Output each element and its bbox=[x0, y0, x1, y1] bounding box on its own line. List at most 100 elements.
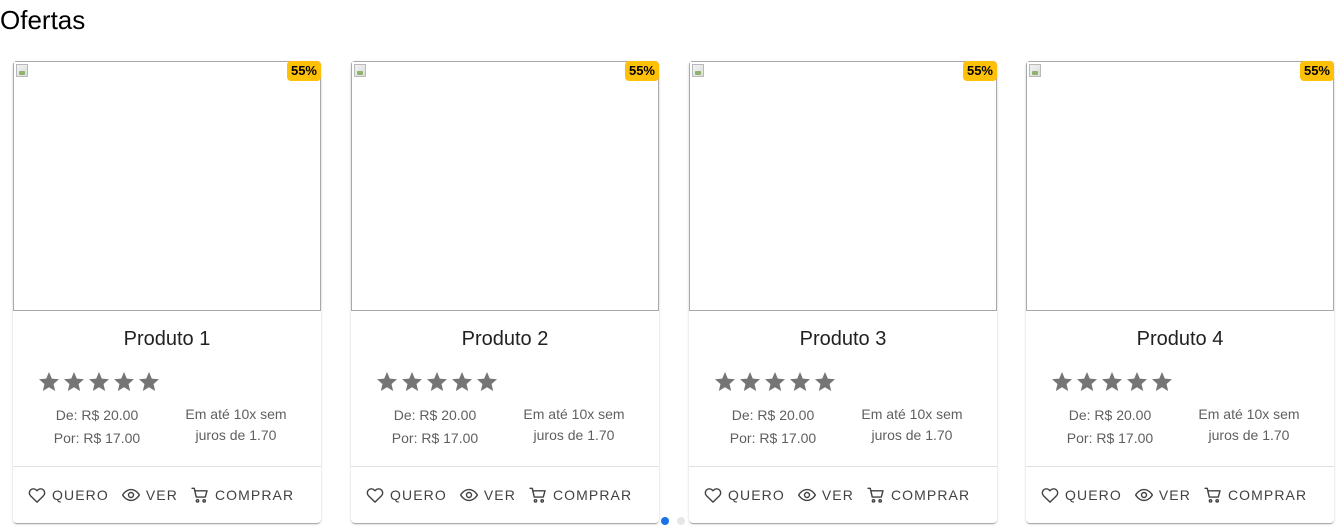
star-icon[interactable] bbox=[87, 370, 111, 394]
discount-badge: 55% bbox=[1299, 61, 1334, 81]
view-button[interactable]: VER bbox=[791, 477, 860, 513]
buy-button[interactable]: COMPRAR bbox=[860, 477, 976, 513]
want-label: QUERO bbox=[1065, 487, 1122, 503]
want-button[interactable]: QUERO bbox=[21, 477, 115, 513]
cart-icon bbox=[191, 487, 208, 503]
want-button[interactable]: QUERO bbox=[359, 477, 453, 513]
product-name: Produto 4 bbox=[1136, 328, 1224, 350]
price-from: De: R$ 20.00 bbox=[393, 407, 477, 423]
product-image[interactable] bbox=[1026, 61, 1334, 311]
card-actions: QUERO VER COMPRAR bbox=[13, 467, 321, 523]
heart-icon bbox=[704, 488, 722, 503]
buy-label: COMPRAR bbox=[890, 487, 971, 503]
broken-image-icon bbox=[354, 64, 366, 77]
product-image[interactable] bbox=[689, 61, 997, 311]
star-icon[interactable] bbox=[813, 370, 837, 394]
product-name: Produto 1 bbox=[123, 328, 211, 350]
carousel-pager bbox=[661, 517, 685, 525]
star-icon[interactable] bbox=[450, 370, 474, 394]
want-label: QUERO bbox=[728, 487, 785, 503]
want-button[interactable]: QUERO bbox=[1034, 477, 1128, 513]
view-button[interactable]: VER bbox=[453, 477, 522, 513]
broken-image-icon bbox=[1029, 64, 1041, 77]
price-now: Por: R$ 17.00 bbox=[729, 430, 817, 446]
price-block: De: R$ 20.00 Por: R$ 17.00 bbox=[1050, 404, 1170, 450]
buy-label: COMPRAR bbox=[214, 487, 295, 503]
price-now: Por: R$ 17.00 bbox=[53, 430, 141, 446]
star-icon[interactable] bbox=[137, 370, 161, 394]
discount-badge: 55% bbox=[286, 61, 321, 81]
eye-icon bbox=[1134, 488, 1153, 502]
product-card: 55% Produto 3 De: R$ 20.00 Por: R$ 17.00… bbox=[689, 61, 997, 523]
star-icon[interactable] bbox=[62, 370, 86, 394]
heart-icon bbox=[28, 488, 46, 503]
star-icon[interactable] bbox=[425, 370, 449, 394]
star-icon[interactable] bbox=[788, 370, 812, 394]
heart-icon bbox=[366, 488, 384, 503]
product-carousel: 55% Produto 1 De: R$ 20.00 Por: R$ 17.00… bbox=[0, 0, 1342, 530]
price-block: De: R$ 20.00 Por: R$ 17.00 bbox=[713, 404, 833, 450]
product-card: 55% Produto 2 De: R$ 20.00 Por: R$ 17.00… bbox=[351, 61, 659, 523]
product-card: 55% Produto 4 De: R$ 20.00 Por: R$ 17.00… bbox=[1026, 61, 1334, 523]
price-block: De: R$ 20.00 Por: R$ 17.00 bbox=[37, 404, 157, 450]
view-label: VER bbox=[1158, 487, 1191, 503]
card-actions: QUERO VER COMPRAR bbox=[1026, 467, 1334, 523]
pager-dot[interactable] bbox=[677, 517, 685, 525]
product-card: 55% Produto 1 De: R$ 20.00 Por: R$ 17.00… bbox=[13, 61, 321, 523]
price-now: Por: R$ 17.00 bbox=[1066, 430, 1154, 446]
eye-icon bbox=[121, 488, 140, 502]
star-icon[interactable] bbox=[738, 370, 762, 394]
want-label: QUERO bbox=[390, 487, 447, 503]
star-icon[interactable] bbox=[375, 370, 399, 394]
star-icon[interactable] bbox=[1050, 370, 1074, 394]
eye-icon bbox=[797, 488, 816, 502]
eye-icon bbox=[459, 488, 478, 502]
broken-image-icon bbox=[692, 64, 704, 77]
card-actions: QUERO VER COMPRAR bbox=[689, 467, 997, 523]
offers-page: Ofertas 55% Produto 1 De: R$ 20.00 Por: … bbox=[0, 0, 1342, 530]
star-icon[interactable] bbox=[400, 370, 424, 394]
buy-button[interactable]: COMPRAR bbox=[1197, 477, 1313, 513]
rating-stars bbox=[1050, 370, 1174, 394]
product-name: Produto 3 bbox=[799, 328, 887, 350]
view-button[interactable]: VER bbox=[115, 477, 184, 513]
installments-text: Em até 10x sem juros de 1.70 bbox=[861, 406, 963, 443]
view-label: VER bbox=[483, 487, 516, 503]
product-image[interactable] bbox=[13, 61, 321, 311]
price-from: De: R$ 20.00 bbox=[1068, 407, 1152, 423]
discount-badge: 55% bbox=[624, 61, 659, 81]
price-block: De: R$ 20.00 Por: R$ 17.00 bbox=[375, 404, 495, 450]
want-button[interactable]: QUERO bbox=[697, 477, 791, 513]
product-name: Produto 2 bbox=[461, 328, 549, 350]
price-now: Por: R$ 17.00 bbox=[391, 430, 479, 446]
price-from: De: R$ 20.00 bbox=[731, 407, 815, 423]
installments-text: Em até 10x sem juros de 1.70 bbox=[185, 406, 287, 443]
installments-text: Em até 10x sem juros de 1.70 bbox=[1198, 406, 1300, 443]
heart-icon bbox=[1041, 488, 1059, 503]
rating-stars bbox=[37, 370, 161, 394]
star-icon[interactable] bbox=[1075, 370, 1099, 394]
star-icon[interactable] bbox=[763, 370, 787, 394]
buy-label: COMPRAR bbox=[552, 487, 633, 503]
broken-image-icon bbox=[16, 64, 28, 77]
star-icon[interactable] bbox=[475, 370, 499, 394]
star-icon[interactable] bbox=[713, 370, 737, 394]
product-image[interactable] bbox=[351, 61, 659, 311]
cart-icon bbox=[867, 487, 884, 503]
view-label: VER bbox=[821, 487, 854, 503]
star-icon[interactable] bbox=[1125, 370, 1149, 394]
cart-icon bbox=[529, 487, 546, 503]
pager-dot[interactable] bbox=[661, 517, 669, 525]
star-icon[interactable] bbox=[112, 370, 136, 394]
star-icon[interactable] bbox=[37, 370, 61, 394]
card-actions: QUERO VER COMPRAR bbox=[351, 467, 659, 523]
buy-label: COMPRAR bbox=[1227, 487, 1308, 503]
buy-button[interactable]: COMPRAR bbox=[184, 477, 300, 513]
buy-button[interactable]: COMPRAR bbox=[522, 477, 638, 513]
star-icon[interactable] bbox=[1100, 370, 1124, 394]
view-button[interactable]: VER bbox=[1128, 477, 1197, 513]
rating-stars bbox=[375, 370, 499, 394]
discount-badge: 55% bbox=[962, 61, 997, 81]
star-icon[interactable] bbox=[1150, 370, 1174, 394]
cart-icon bbox=[1204, 487, 1221, 503]
